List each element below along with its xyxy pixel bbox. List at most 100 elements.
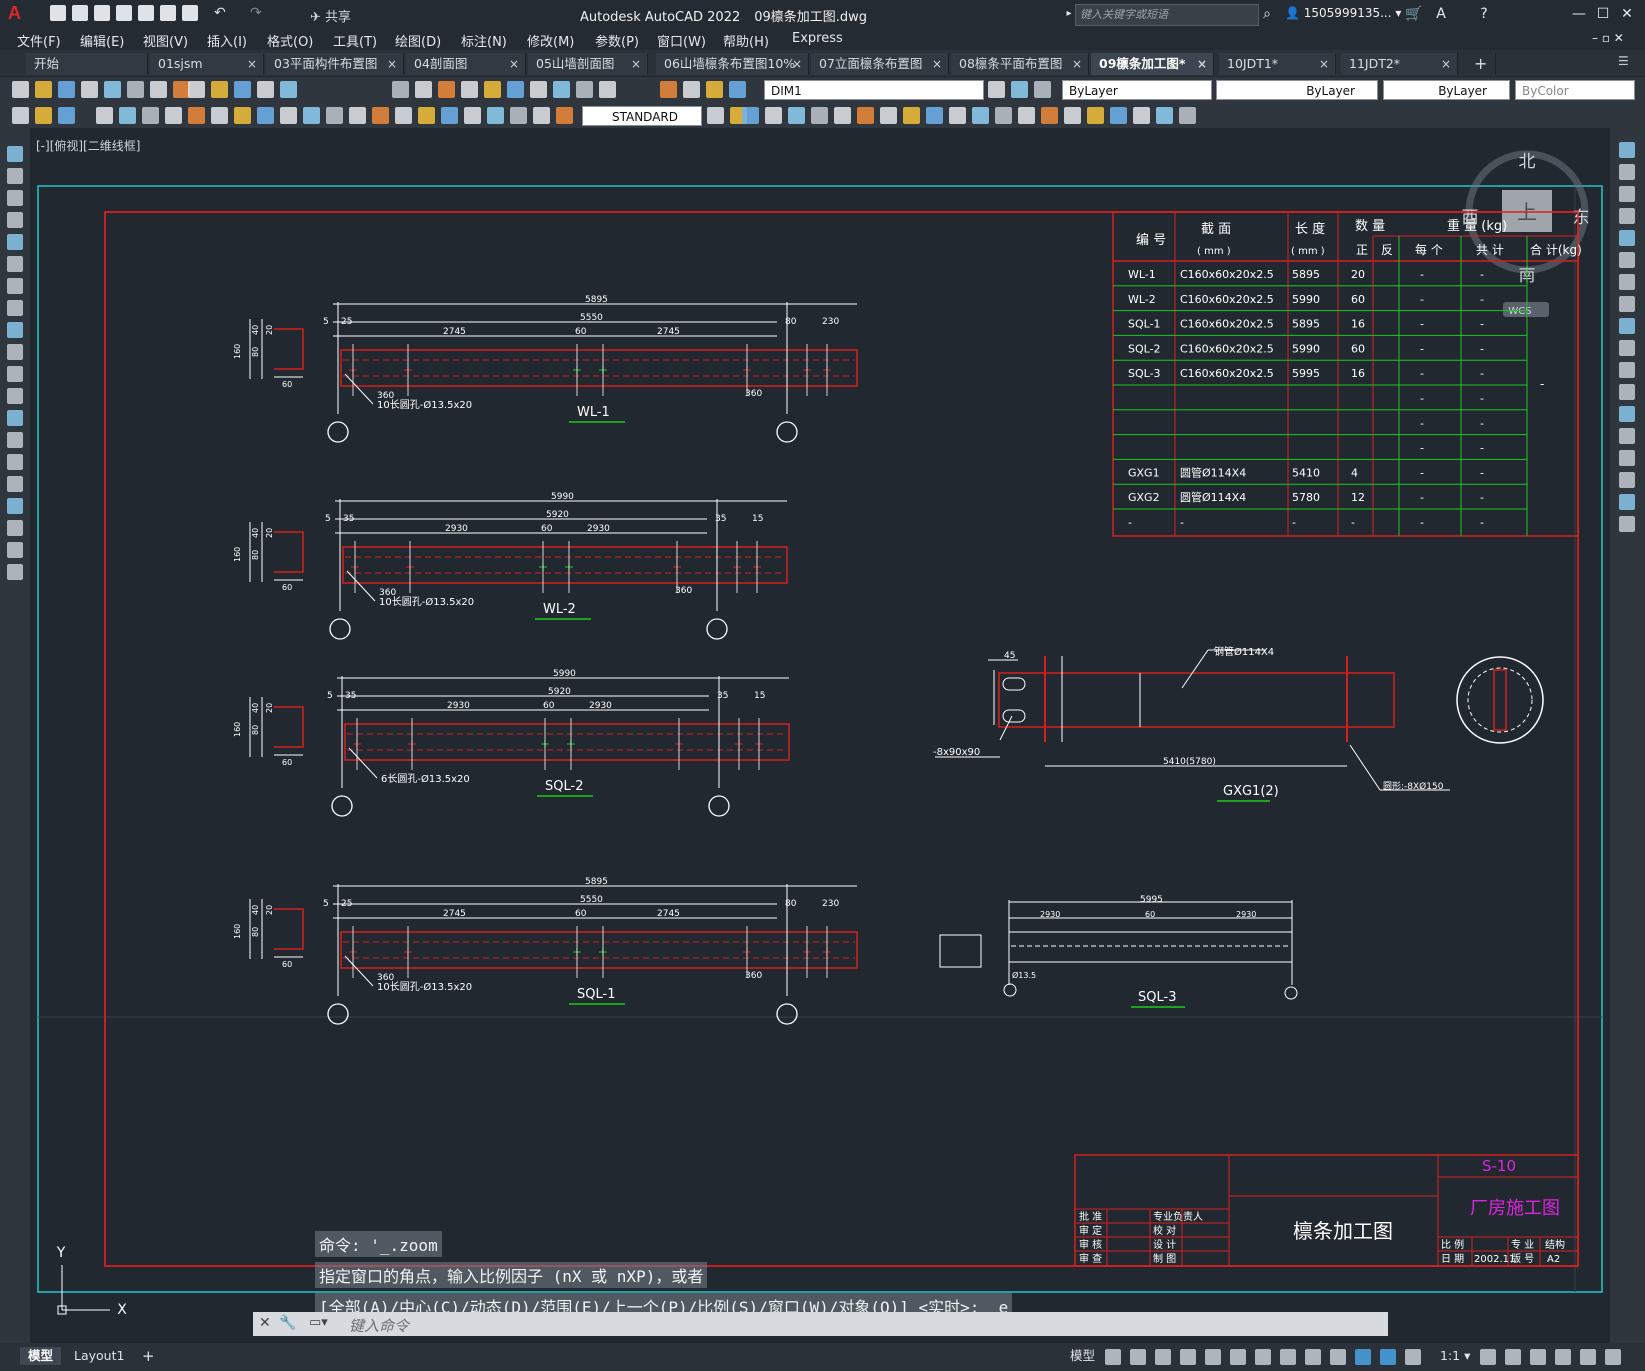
- toolbar-tool-icon[interactable]: [765, 107, 782, 124]
- toolbar-tool-icon[interactable]: [530, 81, 547, 98]
- search-icon[interactable]: ⌕: [1258, 5, 1276, 23]
- status-toggle-icon[interactable]: [1555, 1349, 1571, 1365]
- toolbar-tool-icon[interactable]: [280, 81, 297, 98]
- close-tab-icon[interactable]: ×: [631, 53, 641, 75]
- tab-start[interactable]: 开始: [26, 53, 148, 75]
- viewport-controls[interactable]: [-][俯视][二维线框]: [36, 137, 140, 154]
- menu-format[interactable]: 格式(O): [267, 31, 313, 50]
- add-layout-button[interactable]: +: [134, 1347, 163, 1365]
- vertical-tool-icon[interactable]: [7, 388, 23, 404]
- toolbar-tool-icon[interactable]: [487, 107, 504, 124]
- new-tab-button[interactable]: +: [1466, 53, 1496, 75]
- close-tab-icon[interactable]: ×: [1441, 53, 1451, 75]
- toolbar-tool-icon[interactable]: [1034, 81, 1051, 98]
- toolbar-tool-icon[interactable]: [834, 107, 851, 124]
- close-icon[interactable]: ✕: [1618, 5, 1636, 23]
- toolbar-tool-icon[interactable]: [556, 107, 573, 124]
- menu-dimension[interactable]: 标注(N): [461, 31, 507, 50]
- tab-03[interactable]: 03平面构件布置图 ×: [266, 53, 404, 75]
- toolbar-tool-icon[interactable]: [96, 107, 113, 124]
- toolbar-tool-icon[interactable]: [926, 107, 943, 124]
- status-toggle-icon[interactable]: [1280, 1349, 1296, 1365]
- toolbar-tool-icon[interactable]: [188, 107, 205, 124]
- toolbar-tool-icon[interactable]: [12, 81, 29, 98]
- plot-icon[interactable]: [182, 5, 198, 21]
- menu-help[interactable]: 帮助(H): [723, 31, 769, 50]
- status-toggle-icon[interactable]: [1405, 1349, 1421, 1365]
- toolbar-tool-icon[interactable]: [142, 107, 159, 124]
- vertical-tool-icon[interactable]: [7, 300, 23, 316]
- status-toggle-icon[interactable]: [1505, 1349, 1521, 1365]
- toolbar-tool-icon[interactable]: [1156, 107, 1173, 124]
- tab-05[interactable]: 05山墙剖面图 ×: [528, 53, 648, 75]
- toolbar-tool-icon[interactable]: [104, 81, 121, 98]
- vertical-tool-icon[interactable]: [7, 234, 23, 250]
- toolbar-tool-icon[interactable]: [58, 107, 75, 124]
- toolbar-tool-icon[interactable]: [165, 107, 182, 124]
- toolbar-tool-icon[interactable]: [1018, 107, 1035, 124]
- status-toggle-icon[interactable]: [1480, 1349, 1496, 1365]
- status-toggle-icon[interactable]: [1255, 1349, 1271, 1365]
- layout-tab-model[interactable]: 模型: [20, 1347, 62, 1365]
- menu-draw[interactable]: 绘图(D): [395, 31, 441, 50]
- linetype-select[interactable]: ByLayer: [1216, 80, 1378, 100]
- vertical-tool-icon[interactable]: [7, 454, 23, 470]
- toolbar-tool-icon[interactable]: [576, 81, 593, 98]
- open-file-icon[interactable]: [72, 5, 88, 21]
- tab-10[interactable]: 10JDT1* ×: [1219, 53, 1336, 75]
- toolbar-tool-icon[interactable]: [484, 81, 501, 98]
- toolbar-tool-icon[interactable]: [1041, 107, 1058, 124]
- toolbar-tool-icon[interactable]: [788, 107, 805, 124]
- toolbar-tool-icon[interactable]: [441, 107, 458, 124]
- toolbar-tool-icon[interactable]: [1179, 107, 1196, 124]
- menu-view[interactable]: 视图(V): [143, 31, 188, 50]
- vertical-tool-icon[interactable]: [7, 520, 23, 536]
- close-tab-icon[interactable]: ×: [1072, 53, 1082, 75]
- plotstyle-select[interactable]: ByColor: [1515, 80, 1635, 100]
- toolbar-tool-icon[interactable]: [372, 107, 389, 124]
- user-account[interactable]: 👤 1505999135... ▾: [1285, 6, 1401, 20]
- tab-06[interactable]: 06山墙檩条布置图10% ×: [656, 53, 809, 75]
- toolbar-tool-icon[interactable]: [811, 107, 828, 124]
- vertical-tool-icon[interactable]: [1619, 318, 1635, 334]
- vertical-tool-icon[interactable]: [7, 256, 23, 272]
- tab-menu-icon[interactable]: ☰: [1618, 54, 1629, 68]
- toolbar-tool-icon[interactable]: [326, 107, 343, 124]
- dimstyle-select[interactable]: DIM1: [764, 80, 984, 100]
- vertical-tool-icon[interactable]: [1619, 472, 1635, 488]
- toolbar-tool-icon[interactable]: [81, 81, 98, 98]
- status-toggle-icon[interactable]: [1380, 1349, 1396, 1365]
- save-as-icon[interactable]: [116, 5, 132, 21]
- toolbar-tool-icon[interactable]: [234, 81, 251, 98]
- redo-icon[interactable]: ↷: [250, 5, 266, 21]
- toolbar-tool-icon[interactable]: [988, 81, 1005, 98]
- vertical-tool-icon[interactable]: [1619, 230, 1635, 246]
- vertical-tool-icon[interactable]: [7, 146, 23, 162]
- menu-edit[interactable]: 编辑(E): [80, 31, 124, 50]
- status-toggle-icon[interactable]: [1605, 1349, 1621, 1365]
- tab-04[interactable]: 04剖面图 ×: [406, 53, 526, 75]
- close-tab-icon[interactable]: ×: [932, 53, 942, 75]
- toolbar-tool-icon[interactable]: [234, 107, 251, 124]
- status-toggle-icon[interactable]: [1330, 1349, 1346, 1365]
- toolbar-tool-icon[interactable]: [1110, 107, 1127, 124]
- toolbar-tool-icon[interactable]: [599, 81, 616, 98]
- tab-09-active[interactable]: 09檩条加工图* ×: [1091, 53, 1214, 75]
- vertical-tool-icon[interactable]: [1619, 252, 1635, 268]
- vertical-tool-icon[interactable]: [7, 278, 23, 294]
- status-toggle-icon[interactable]: [1230, 1349, 1246, 1365]
- toolbar-tool-icon[interactable]: [706, 81, 723, 98]
- menu-parameters[interactable]: 参数(P): [595, 31, 639, 50]
- layer-select[interactable]: ByLayer: [1062, 80, 1212, 100]
- toolbar-tool-icon[interactable]: [280, 107, 297, 124]
- toolbar-tool-icon[interactable]: [127, 81, 144, 98]
- maximize-icon[interactable]: ☐: [1594, 5, 1612, 23]
- vertical-tool-icon[interactable]: [1619, 450, 1635, 466]
- vertical-tool-icon[interactable]: [1619, 428, 1635, 444]
- tab-01sjsm[interactable]: 01sjsm ×: [150, 53, 264, 75]
- close-tab-icon[interactable]: ×: [387, 53, 397, 75]
- toolbar-tool-icon[interactable]: [35, 81, 52, 98]
- vertical-tool-icon[interactable]: [7, 212, 23, 228]
- vertical-tool-icon[interactable]: [7, 564, 23, 580]
- vertical-tool-icon[interactable]: [1619, 142, 1635, 158]
